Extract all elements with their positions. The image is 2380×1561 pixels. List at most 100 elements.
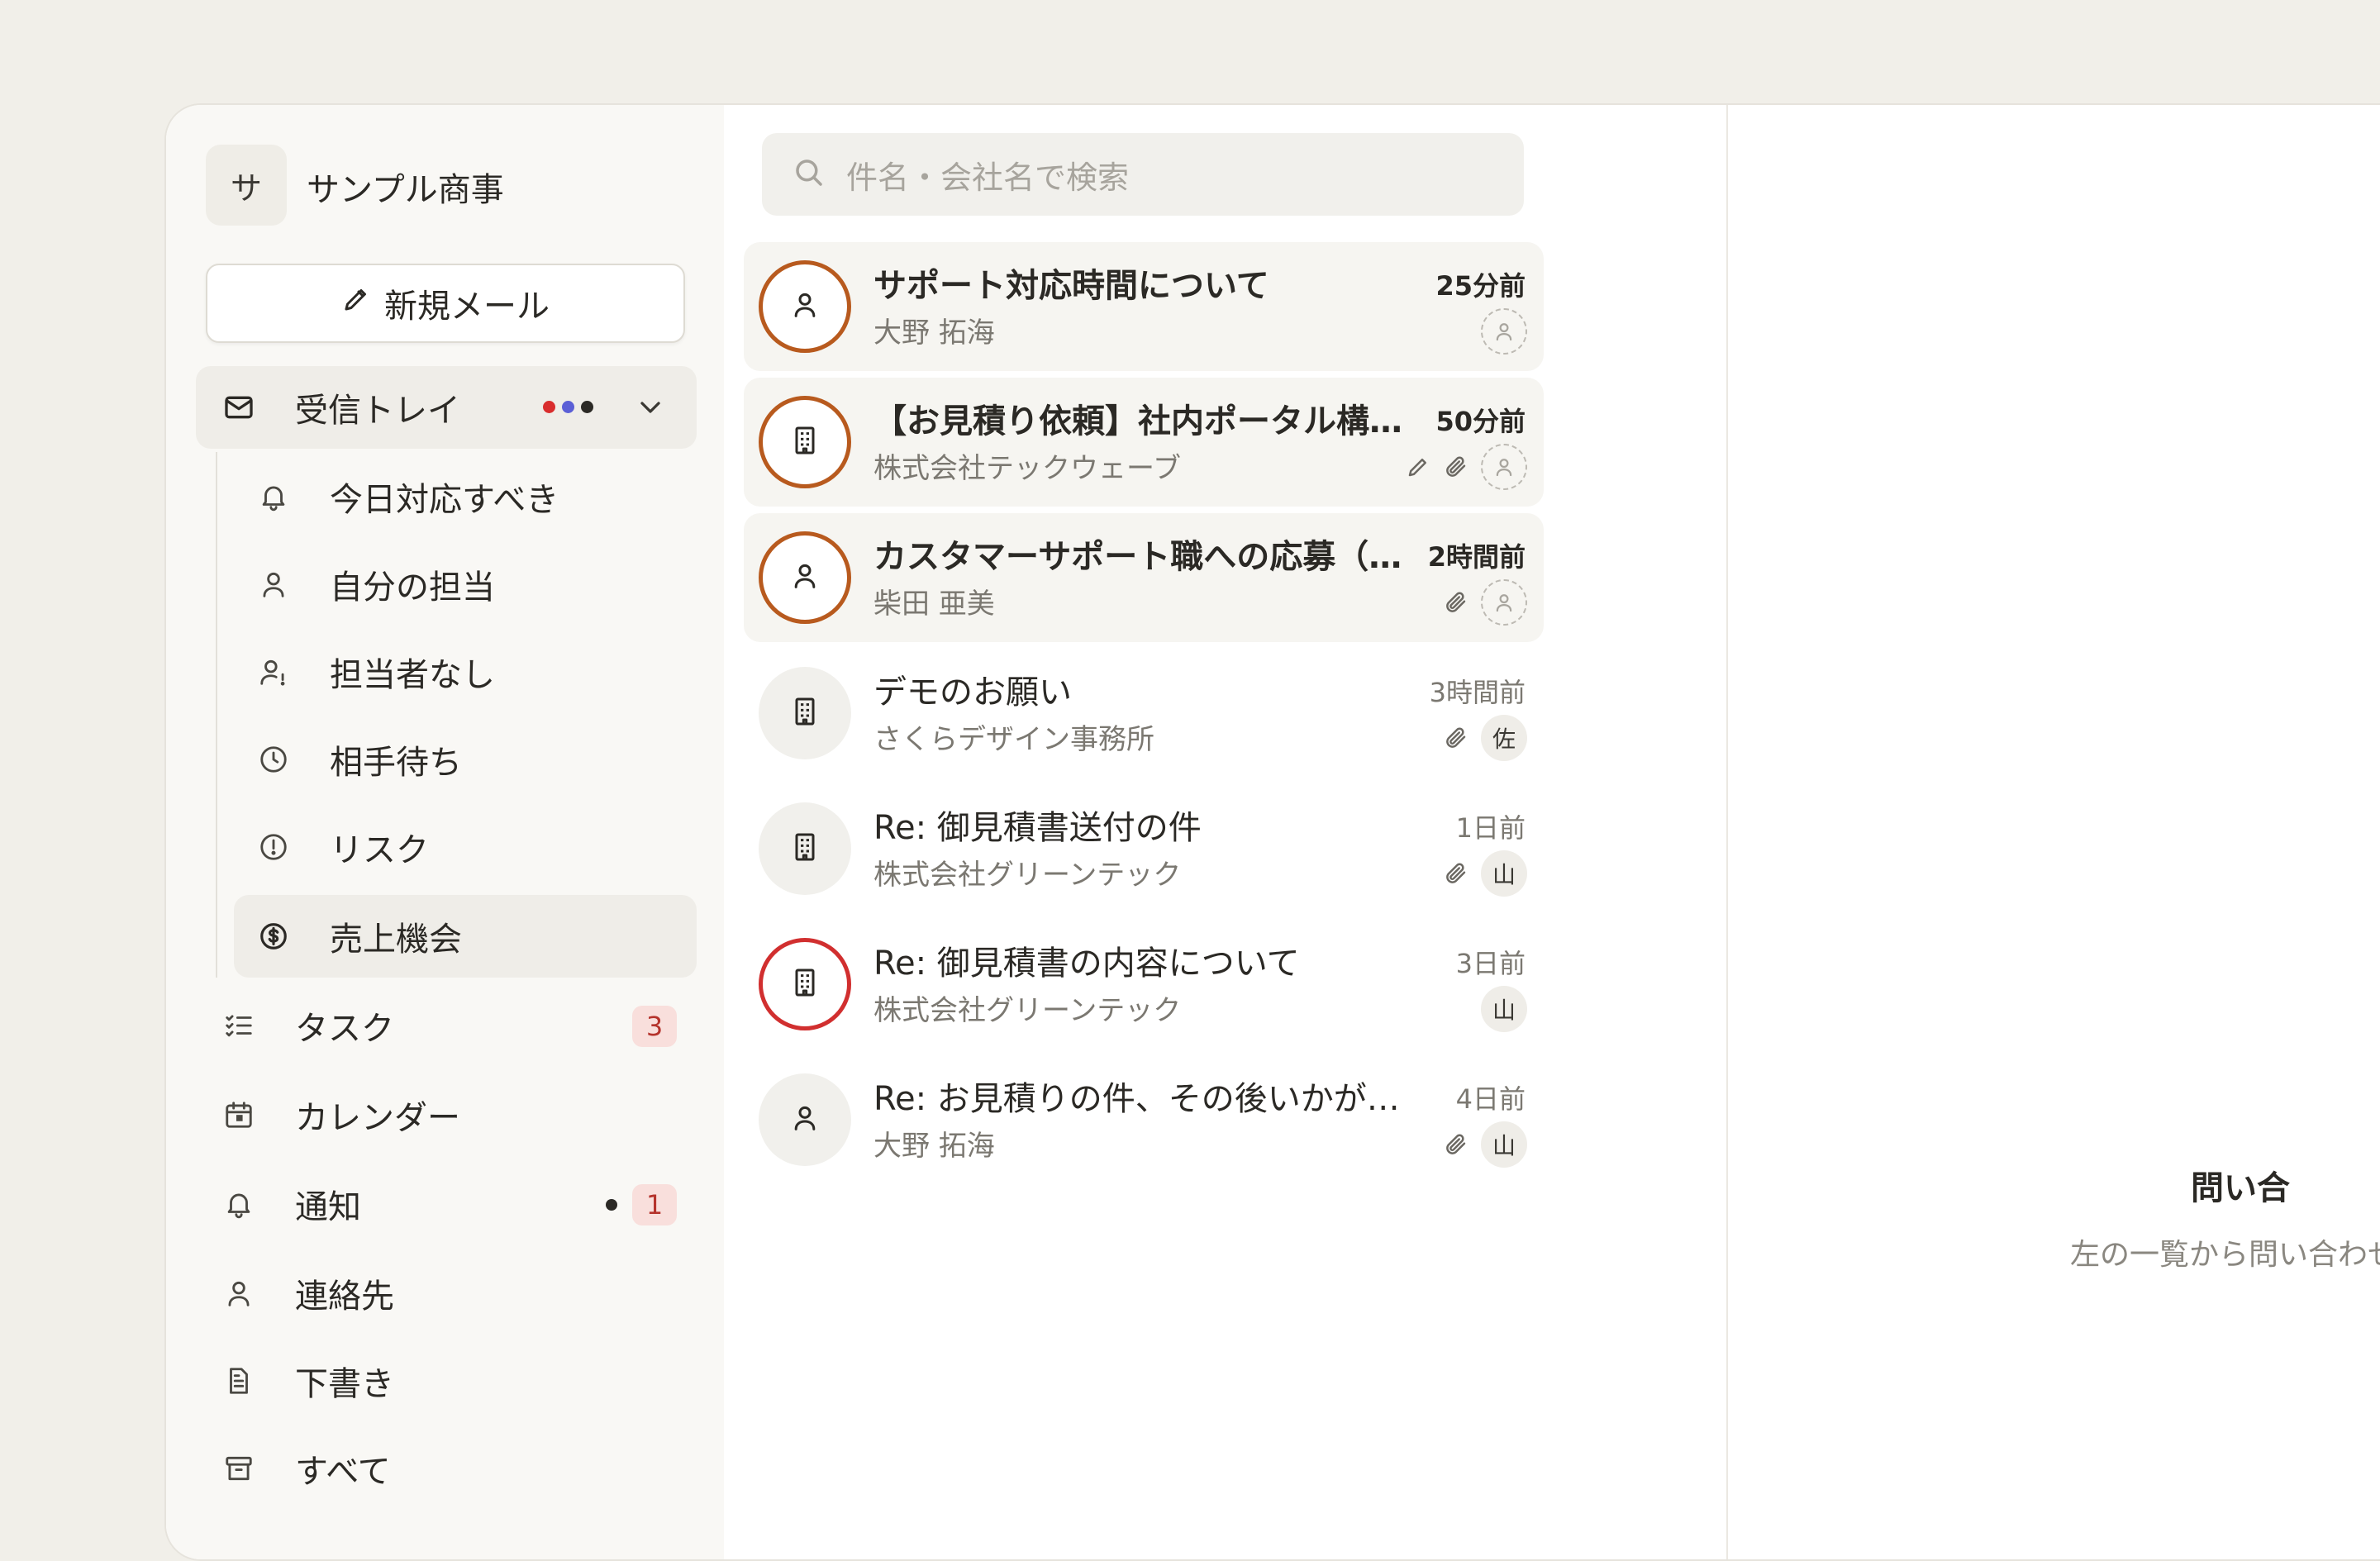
assignee-avatar[interactable]: 山: [1481, 986, 1527, 1032]
unassigned-person-icon[interactable]: [1481, 444, 1527, 490]
status-dot: [543, 401, 555, 413]
message-subject: カスタマーサポート職への応募（山田）: [873, 538, 1402, 576]
sidebar-item-risk[interactable]: リスク: [234, 806, 697, 888]
search-placeholder: 件名・会社名で検索: [846, 159, 1130, 196]
person-icon: [788, 1102, 821, 1138]
person-icon: [221, 1275, 257, 1311]
message-meta: [1481, 308, 1527, 355]
message-row[interactable]: Re: 御見積書の内容について 株式会社グリーンテック 3日前山: [744, 920, 1544, 1049]
sidebar-item-contacts[interactable]: 連絡先: [196, 1252, 697, 1335]
sidebar-item-waiting[interactable]: 相手待ち: [234, 718, 697, 801]
assignee-avatar[interactable]: 山: [1481, 850, 1527, 897]
inbox-sub-divider: [216, 452, 217, 978]
sidebar: サ サンプル商事 新規メール 受信トレイ 今日対応すべき 自分の担当 担当者なし…: [166, 105, 724, 1559]
message-subject: サポート対応時間について: [873, 267, 1269, 305]
detail-pane: 問い合 左の一覧から問い合わせを開くと: [1728, 105, 2380, 1559]
message-time: 25分前: [1435, 270, 1526, 302]
sidebar-item-unassigned[interactable]: 担当者なし: [234, 631, 697, 713]
sidebar-item-all[interactable]: すべて: [196, 1427, 697, 1510]
sidebar-item-tasks[interactable]: タスク 3: [196, 984, 697, 1067]
message-row[interactable]: デモのお願い さくらデザイン事務所 3時間前佐: [744, 649, 1544, 778]
sidebar-item-calendar[interactable]: カレンダー: [196, 1073, 697, 1156]
sidebar-item-label: 自分の担当: [330, 569, 495, 607]
unassigned-person-icon[interactable]: [1481, 579, 1527, 626]
message-subject: 【お見積り依頼】社内ポータル構築について: [873, 402, 1402, 440]
person-avatar: [759, 531, 851, 624]
sidebar-item-inbox[interactable]: 受信トレイ: [196, 366, 697, 449]
message-time: 3時間前: [1429, 677, 1526, 708]
sidebar-item-label: 通知: [295, 1188, 361, 1226]
sidebar-item-mine[interactable]: 自分の担当: [234, 543, 697, 626]
message-sender: 株式会社グリーンテック: [873, 859, 1182, 892]
building-icon: [788, 830, 821, 867]
sidebar-item-label: 相手待ち: [330, 744, 462, 782]
message-row[interactable]: Re: お見積りの件、その後いかがでしょうか大野 拓海 4日前山: [744, 1055, 1544, 1184]
status-dot: [581, 401, 593, 413]
sidebar-item-today[interactable]: 今日対応すべき: [234, 455, 697, 538]
sidebar-item-label: 売上機会: [330, 921, 462, 959]
message-time: 2時間前: [1427, 541, 1526, 573]
sidebar-item-label: カレンダー: [295, 1099, 460, 1137]
message-sender: 大野 拓海: [873, 316, 995, 350]
message-row[interactable]: カスタマーサポート職への応募（山田） 柴田 亜美 2時間前: [744, 513, 1544, 642]
search-input[interactable]: 件名・会社名で検索: [762, 133, 1524, 216]
compose-button[interactable]: 新規メール: [206, 264, 685, 343]
pencil-icon: [341, 284, 371, 322]
message-time: 1日前: [1455, 812, 1526, 844]
message-meta: [1405, 444, 1527, 490]
message-subject: Re: お見積りの件、その後いかがでしょうか: [873, 1080, 1402, 1118]
message-row[interactable]: サポート対応時間について大野 拓海 25分前: [744, 242, 1544, 371]
chevron-down-icon[interactable]: [634, 391, 667, 432]
sidebar-item-drafts[interactable]: 下書き: [196, 1340, 697, 1422]
assignee-avatar[interactable]: 佐: [1481, 715, 1527, 761]
checklist-icon: [221, 1007, 257, 1044]
workspace-avatar[interactable]: サ: [206, 145, 287, 226]
building-icon: [788, 695, 821, 731]
unassigned-person-icon[interactable]: [1481, 308, 1527, 355]
sidebar-item-notifications[interactable]: 通知 1: [196, 1163, 697, 1245]
company-avatar: [759, 802, 851, 895]
alert-circle-icon: [255, 829, 292, 865]
sidebar-item-label: 担当者なし: [330, 656, 495, 694]
company-avatar: [759, 938, 851, 1030]
attachment-icon: [1443, 1131, 1469, 1158]
dollar-circle-icon: [255, 918, 292, 954]
document-icon: [221, 1363, 257, 1399]
message-sender: さくらデザイン事務所: [873, 723, 1154, 756]
attachment-icon: [1443, 725, 1469, 751]
person-alert-icon: [255, 654, 292, 690]
message-subject: Re: 御見積書の内容について: [873, 945, 1300, 983]
search-icon: [792, 155, 826, 193]
message-sender: 大野 拓海: [873, 1130, 995, 1163]
inbox-label: 受信トレイ: [295, 392, 460, 430]
mail-icon: [221, 389, 257, 426]
message-row[interactable]: 【お見積り依頼】社内ポータル構築について株式会社テックウェーブ 50分前: [744, 378, 1544, 507]
message-meta: [1443, 579, 1527, 626]
company-avatar: [759, 667, 851, 759]
building-icon: [788, 966, 821, 1002]
message-time: 4日前: [1455, 1083, 1526, 1115]
attachment-icon: [1443, 454, 1469, 480]
sidebar-item-label: リスク: [330, 831, 429, 869]
person-icon: [788, 559, 821, 596]
assignee-avatar[interactable]: 山: [1481, 1121, 1527, 1168]
sidebar-item-label: 連絡先: [295, 1278, 394, 1316]
sidebar-item-label: タスク: [295, 1010, 394, 1048]
clock-icon: [255, 741, 292, 778]
message-row[interactable]: Re: 御見積書送付の件 株式会社グリーンテック 1日前山: [744, 784, 1544, 913]
unread-dot: [606, 1199, 617, 1211]
status-dot: [562, 401, 574, 413]
message-time: 50分前: [1435, 406, 1526, 437]
company-avatar: [759, 396, 851, 488]
inbox-status-dots: [543, 401, 593, 413]
workspace-name[interactable]: サンプル商事: [307, 163, 504, 211]
draft-pencil-icon: [1405, 454, 1431, 480]
message-meta: 山: [1443, 850, 1527, 897]
app-window: サ サンプル商事 新規メール 受信トレイ 今日対応すべき 自分の担当 担当者なし…: [164, 103, 2380, 1561]
sidebar-item-opportunities[interactable]: 売上機会: [234, 895, 697, 978]
count-badge: 3: [632, 1006, 677, 1047]
message-meta: 山: [1443, 1121, 1527, 1168]
person-avatar: [759, 1073, 851, 1166]
person-avatar: [759, 260, 851, 353]
count-badge: 1: [632, 1184, 677, 1225]
